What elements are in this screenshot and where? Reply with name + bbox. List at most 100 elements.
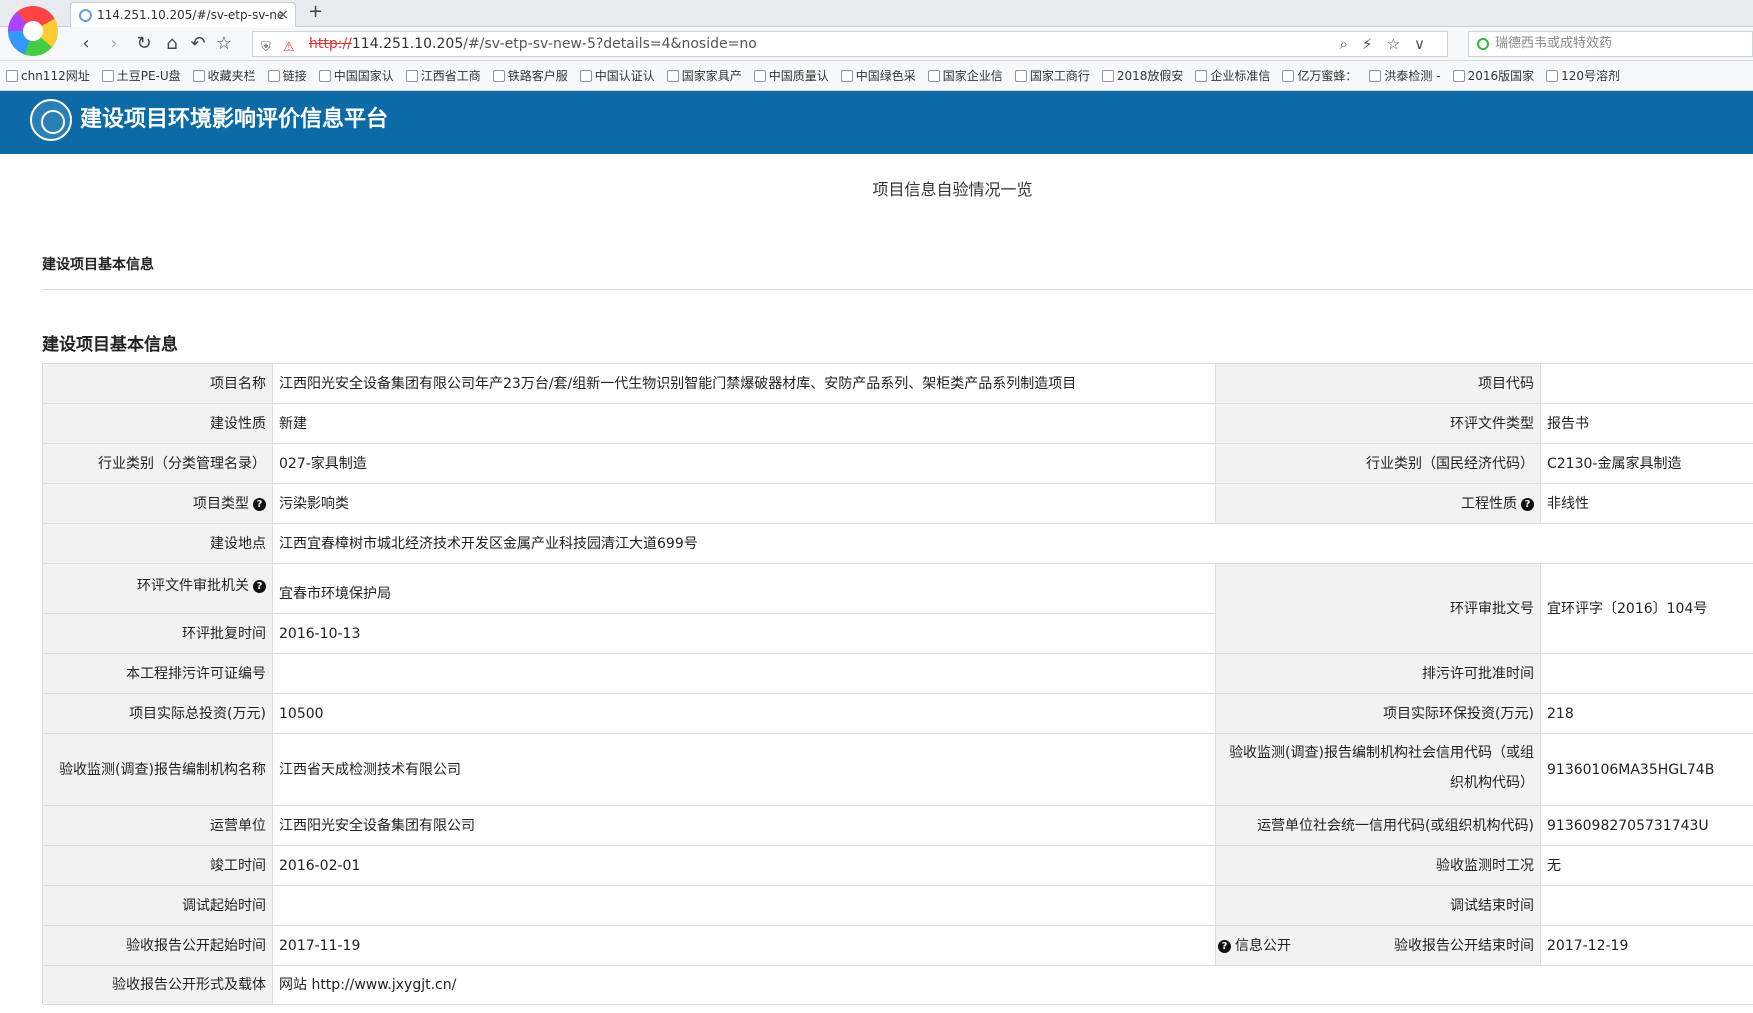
bookmark-item[interactable]: 中国认证认 bbox=[579, 61, 655, 90]
help-icon[interactable]: ? bbox=[253, 580, 266, 593]
bookmark-icon bbox=[1282, 70, 1295, 82]
bookmark-icon bbox=[1546, 70, 1559, 82]
value-permit-no bbox=[273, 654, 1216, 694]
label-operator-code: 运营单位社会统一信用代码(或组织机构代码) bbox=[1216, 806, 1541, 846]
label-report-org-code: 验收监测(调查)报告编制机构社会信用代码（或组织机构代码） bbox=[1216, 734, 1541, 806]
label-debug-end: 调试结束时间 bbox=[1216, 886, 1541, 926]
label-cell-project-type: 项目类型? bbox=[43, 484, 273, 524]
bookmark-icon bbox=[666, 70, 679, 82]
bookmark-item[interactable]: 链接 bbox=[267, 61, 307, 90]
bookmark-icon bbox=[1195, 70, 1208, 82]
bookmark-item[interactable]: 国家企业信 bbox=[927, 61, 1003, 90]
value-project-name: 江西阳光安全设备集团有限公司年产23万台/套/组新一代生物识别智能门禁爆破器材库… bbox=[273, 364, 1216, 404]
section-heading: 建设项目基本信息 bbox=[42, 335, 178, 355]
bookmark-icon bbox=[1101, 70, 1114, 82]
bookmark-icon bbox=[927, 70, 940, 82]
bookmark-item[interactable]: 土豆PE-U盘 bbox=[101, 61, 181, 90]
bookmark-item[interactable]: 亿万蜜蜂： bbox=[1282, 61, 1357, 90]
bookmarks-bar: chn112网址 土豆PE-U盘 收藏夹栏 链接 中国国家认 江西省工商 铁路客户服 中国认证… bbox=[0, 61, 1753, 91]
help-icon: ? bbox=[1218, 940, 1231, 953]
url-host: 114.251.10.205 bbox=[351, 36, 464, 52]
label-permit-no: 本工程排污许可证编号 bbox=[43, 654, 273, 694]
info-open-link[interactable]: ? 信息公开 bbox=[1218, 935, 1291, 955]
value-industry-nat: C2130-金属家具制造 bbox=[1541, 444, 1753, 484]
chevron-down-icon[interactable]: ∨ bbox=[1414, 35, 1439, 53]
tab-bar: 114.251.10.205/#/sv-etp-sv-ne × + bbox=[0, 0, 1753, 28]
bookmark-item[interactable]: 120号溶剂 bbox=[1546, 61, 1620, 90]
label-approval-no: 环评审批文号 bbox=[1216, 564, 1541, 654]
bookmark-item[interactable]: 洪泰检测 - bbox=[1369, 61, 1441, 90]
url-scheme: http:// bbox=[309, 36, 352, 52]
bookmark-icon bbox=[1369, 70, 1382, 82]
value-report-org: 江西省天成检测技术有限公司 bbox=[273, 734, 1216, 806]
divider bbox=[42, 289, 1753, 290]
refresh-icon[interactable]: ↻ bbox=[132, 32, 156, 56]
bookmark-icon bbox=[1014, 70, 1027, 82]
lightning-icon[interactable]: ⚡ bbox=[1362, 35, 1387, 53]
value-pub-form[interactable]: 网站 http://www.jxygjt.cn/ bbox=[273, 966, 1753, 1005]
label-nature: 建设性质 bbox=[43, 404, 273, 444]
label-cell-eng-nature: 工程性质? bbox=[1216, 484, 1541, 524]
value-eia-doc-type: 报告书 bbox=[1541, 404, 1753, 444]
insecure-icon: ⚠ bbox=[283, 40, 295, 55]
browser-tab[interactable]: 114.251.10.205/#/sv-etp-sv-ne × bbox=[70, 2, 296, 28]
value-location: 江西宜春樟树市城北经济技术开发区金属产业科技园清江大道699号 bbox=[273, 524, 1753, 564]
bookmark-icon bbox=[405, 70, 418, 82]
shield-icon: ⛨ bbox=[261, 40, 271, 55]
zoom-icon[interactable]: ⌕ bbox=[1340, 35, 1362, 53]
bookmark-item[interactable]: 铁路客户服 bbox=[492, 61, 568, 90]
bookmark-item[interactable]: 中国国家认 bbox=[318, 61, 394, 90]
site-title: 建设项目环境影响评价信息平台 bbox=[80, 107, 389, 132]
label-completion: 竣工时间 bbox=[43, 846, 273, 886]
home-icon[interactable]: ⌂ bbox=[160, 32, 184, 56]
label-report-org: 验收监测(调查)报告编制机构名称 bbox=[43, 734, 273, 806]
label-env-invest: 项目实际环保投资(万元) bbox=[1216, 694, 1541, 734]
forward-icon[interactable]: › bbox=[102, 32, 126, 56]
bookmark-item[interactable]: 2018放假安 bbox=[1101, 61, 1183, 90]
bookmark-item[interactable]: chn112网址 bbox=[6, 61, 90, 90]
value-pub-start: 2017-11-19 bbox=[273, 926, 1216, 966]
folder-icon bbox=[267, 70, 280, 82]
bookmark-star-icon[interactable]: ☆ bbox=[1387, 35, 1414, 53]
value-report-org-code: 91360106MA35HGL74B bbox=[1541, 734, 1753, 806]
close-icon[interactable]: × bbox=[277, 3, 289, 27]
bookmark-icon bbox=[101, 70, 114, 82]
label-project-name: 项目名称 bbox=[43, 364, 273, 404]
value-nature: 新建 bbox=[273, 404, 1216, 444]
search-input[interactable]: 瑞德西韦或成特效药 bbox=[1468, 31, 1753, 57]
label-industry-mgmt: 行业类别（分类管理名录） bbox=[43, 444, 273, 484]
search-engine-icon bbox=[1477, 38, 1489, 50]
value-approval-time: 2016-10-13 bbox=[273, 614, 1216, 654]
bookmark-item[interactable]: 国家工商行 bbox=[1014, 61, 1090, 90]
label-project-type: 项目类型 bbox=[193, 496, 249, 512]
back-icon[interactable]: ‹ bbox=[74, 32, 98, 56]
help-icon[interactable]: ? bbox=[1521, 498, 1534, 511]
tab-title: 114.251.10.205/#/sv-etp-sv-ne bbox=[97, 8, 285, 22]
bookmark-item[interactable]: 2016版国家 bbox=[1452, 61, 1534, 90]
value-monitor-cond: 无 bbox=[1541, 846, 1753, 886]
label-operator: 运营单位 bbox=[43, 806, 273, 846]
star-icon[interactable]: ☆ bbox=[212, 32, 236, 56]
value-completion: 2016-02-01 bbox=[273, 846, 1216, 886]
bookmark-icon bbox=[840, 70, 853, 82]
globe-icon bbox=[79, 9, 92, 22]
search-placeholder: 瑞德西韦或成特效药 bbox=[1495, 36, 1613, 51]
navigation-bar: ‹ › ↻ ⌂ ↶ ☆ ⛨ ⚠ http://114.251.10.205/#/… bbox=[0, 27, 1753, 61]
bookmark-icon bbox=[6, 70, 18, 82]
bookmark-item[interactable]: 收藏夹栏 bbox=[192, 61, 256, 90]
bookmark-item[interactable]: 企业标准信 bbox=[1195, 61, 1270, 90]
address-bar[interactable]: ⛨ ⚠ http://114.251.10.205/#/sv-etp-sv-ne… bbox=[252, 31, 1448, 57]
undo-icon[interactable]: ↶ bbox=[186, 32, 210, 56]
address-tools: ⌕⚡☆∨ bbox=[1340, 32, 1439, 56]
new-tab-button[interactable]: + bbox=[308, 1, 323, 22]
bookmark-item[interactable]: 国家家具产 bbox=[666, 61, 742, 90]
browser-logo[interactable] bbox=[8, 6, 58, 56]
bookmark-item[interactable]: 中国质量认 bbox=[753, 61, 829, 90]
site-header: 建设项目环境影响评价信息平台 bbox=[0, 91, 1753, 154]
bookmark-item[interactable]: 中国绿色采 bbox=[840, 61, 916, 90]
bookmark-item[interactable]: 江西省工商 bbox=[405, 61, 481, 90]
label-eia-doc-type: 环评文件类型 bbox=[1216, 404, 1541, 444]
value-project-code bbox=[1541, 364, 1753, 404]
bookmark-icon bbox=[492, 70, 505, 82]
help-icon[interactable]: ? bbox=[253, 498, 266, 511]
